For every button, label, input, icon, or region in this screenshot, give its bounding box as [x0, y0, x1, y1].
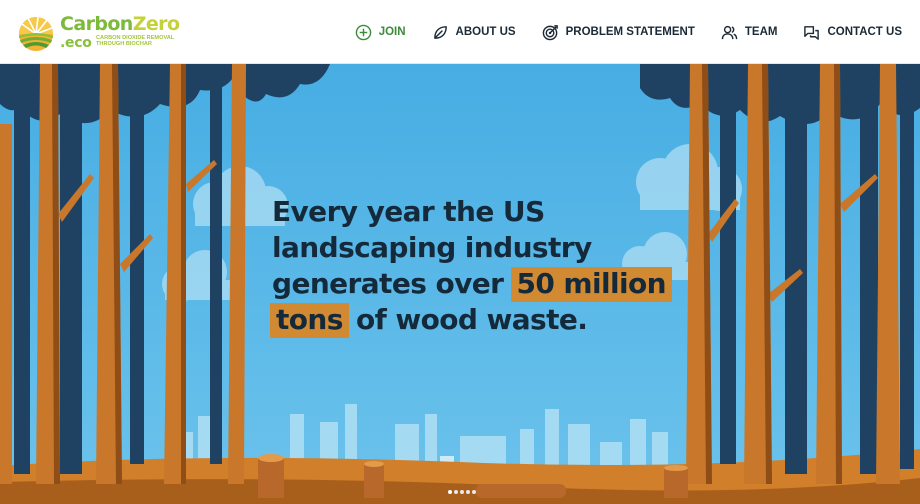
nav-join-label: JOIN: [378, 26, 406, 38]
brand-tagline: Carbon dioxide removal through biochar: [96, 35, 175, 47]
hero-headline: Every year the US landscaping industry g…: [270, 194, 692, 338]
brand-name-part2: Zero: [132, 13, 180, 35]
slide-dot-4[interactable]: [466, 490, 470, 494]
nav-problem-statement-label: PROBLEM STATEMENT: [565, 26, 695, 38]
target-icon: [542, 24, 559, 41]
brand-name: CarbonZero: [60, 13, 180, 35]
main-nav: JOIN ABOUT US PROBLEM STATEMENT TEAM CON…: [355, 0, 902, 64]
headline-line-4: tons of wood waste.: [270, 302, 692, 338]
chat-icon: [803, 24, 820, 41]
nav-team-label: TEAM: [744, 26, 778, 38]
hero-banner: Every year the US landscaping industry g…: [0, 64, 920, 504]
slide-dot-1[interactable]: [448, 490, 452, 494]
slide-dot-3[interactable]: [460, 490, 464, 494]
headline-line-2: landscaping industry: [272, 231, 592, 264]
headline-line-3-text: generates over: [272, 267, 504, 300]
slide-dot-5[interactable]: [472, 490, 476, 494]
sun-logo-icon: [19, 16, 53, 51]
leaf-icon: [432, 24, 449, 41]
highlight-50-million: 50 million: [510, 267, 672, 302]
carbonzero-logo[interactable]: CarbonZero .eco Carbon dioxide removal t…: [16, 10, 186, 54]
slide-indicator: [448, 490, 478, 496]
highlight-tons: tons: [270, 303, 349, 338]
nav-about-us-label: ABOUT US: [455, 26, 516, 38]
users-icon: [721, 24, 738, 41]
headline-line-1: Every year the US: [272, 195, 545, 228]
headline-line-4-text: of wood waste.: [355, 303, 588, 336]
slide-dot-2[interactable]: [454, 490, 458, 494]
nav-join[interactable]: JOIN: [355, 24, 406, 41]
plus-circle-icon: [355, 24, 372, 41]
nav-contact-us-label: CONTACT US: [827, 26, 902, 38]
brand-suffix: .eco: [60, 35, 92, 51]
top-navbar: CarbonZero .eco Carbon dioxide removal t…: [0, 0, 920, 64]
nav-about-us[interactable]: ABOUT US: [432, 24, 516, 41]
nav-team[interactable]: TEAM: [721, 24, 778, 41]
nav-problem-statement[interactable]: PROBLEM STATEMENT: [542, 24, 695, 41]
headline-line-3: generates over 50 million: [272, 266, 692, 302]
brand-name-part1: Carbon: [60, 13, 133, 35]
nav-contact-us[interactable]: CONTACT US: [803, 24, 902, 41]
